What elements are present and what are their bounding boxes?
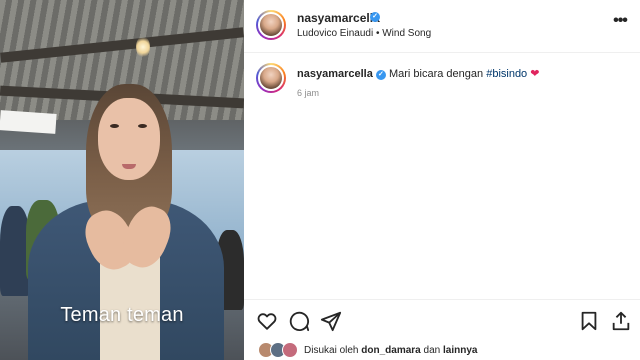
post-header: nasyamarcella ✓ Ludovico Einaudi • Wind … <box>244 0 640 53</box>
audio-track[interactable]: Ludovico Einaudi • Wind Song <box>297 28 431 39</box>
comment-icon[interactable] <box>288 310 310 332</box>
likes-others[interactable]: lainnya <box>443 345 477 356</box>
caption-hashtag[interactable]: #bisindo <box>486 68 527 80</box>
liker-avatar <box>282 342 298 358</box>
save-icon[interactable] <box>578 310 600 332</box>
post-panel: nasyamarcella ✓ Ludovico Einaudi • Wind … <box>244 0 640 360</box>
caption-timestamp[interactable]: 6 jam <box>297 88 319 98</box>
ceiling-lamp <box>136 36 150 58</box>
avatar[interactable] <box>256 10 286 40</box>
verified-icon: ✓ <box>370 12 380 22</box>
share-outline-icon[interactable] <box>610 310 632 332</box>
post-caption: nasyamarcella ✓ Mari bicara dengan #bisi… <box>297 67 539 80</box>
caption-username[interactable]: nasyamarcella <box>297 68 373 80</box>
likes-summary: Disukai oleh don_damara dan lainnya <box>258 342 638 360</box>
eye <box>110 124 119 128</box>
red-heart-emoji: ❤ <box>530 68 540 80</box>
likes-user[interactable]: don_damara <box>361 345 420 356</box>
verified-icon: ✓ <box>375 70 386 80</box>
eye <box>138 124 147 128</box>
likes-prefix: Disukai oleh <box>304 345 359 356</box>
caption-text: Mari bicara dengan <box>388 68 484 80</box>
share-icon[interactable] <box>320 310 342 332</box>
likes-text: Disukai oleh don_damara dan lainnya <box>304 345 477 356</box>
more-icon[interactable]: ••• <box>610 13 630 34</box>
caption-avatar[interactable] <box>256 63 286 93</box>
divider <box>244 299 640 300</box>
likes-joiner: dan <box>423 345 441 356</box>
post-username[interactable]: nasyamarcella <box>297 11 380 25</box>
heart-icon[interactable] <box>256 310 278 332</box>
video-caption: Teman teman <box>60 304 184 326</box>
post-video[interactable]: Teman teman <box>0 0 244 360</box>
